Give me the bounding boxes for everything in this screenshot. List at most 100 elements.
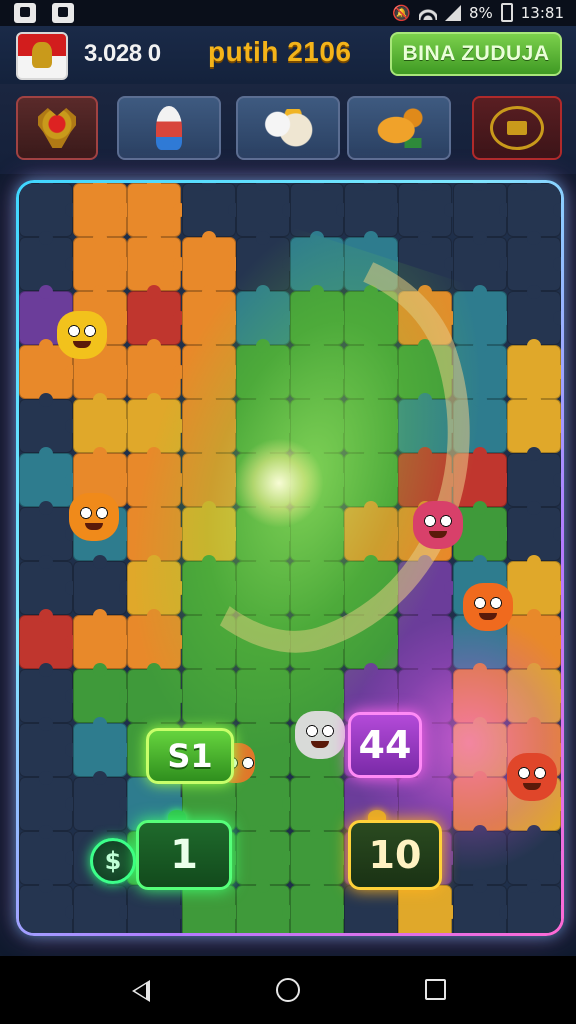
- s1-badge[interactable]: S1: [146, 728, 234, 784]
- puzzle-piece[interactable]: [344, 339, 405, 399]
- yellow-creature[interactable]: [57, 311, 107, 359]
- puzzle-piece[interactable]: [127, 879, 188, 933]
- puzzle-piece[interactable]: [181, 339, 242, 399]
- puzzle-piece[interactable]: [19, 183, 79, 237]
- puzzle-piece[interactable]: [235, 771, 296, 831]
- puzzle-piece[interactable]: [398, 393, 459, 453]
- puzzle-piece[interactable]: [19, 609, 79, 669]
- action-button[interactable]: BINA ZUDUJA: [390, 32, 562, 76]
- puzzle-piece[interactable]: [398, 183, 459, 237]
- puzzle-piece[interactable]: [181, 879, 242, 933]
- puzzle-piece[interactable]: [73, 879, 134, 933]
- puzzle-piece[interactable]: [73, 183, 134, 237]
- puzzle-piece[interactable]: [452, 285, 513, 345]
- puzzle-piece[interactable]: [127, 663, 188, 723]
- category-tile-laurel[interactable]: [472, 96, 562, 160]
- puzzle-piece[interactable]: [398, 339, 459, 399]
- puzzle-piece[interactable]: [19, 771, 79, 831]
- puzzle-piece[interactable]: [181, 663, 242, 723]
- count-44-badge[interactable]: 44: [348, 712, 422, 778]
- category-tile-bird[interactable]: [347, 96, 451, 160]
- puzzle-piece[interactable]: [290, 231, 350, 291]
- puzzle-piece[interactable]: [73, 393, 134, 453]
- puzzle-piece[interactable]: [290, 501, 350, 561]
- puzzle-piece[interactable]: [181, 447, 242, 507]
- puzzle-piece[interactable]: [235, 663, 296, 723]
- puzzle-piece[interactable]: [19, 879, 79, 933]
- puzzle-piece[interactable]: [506, 183, 561, 237]
- puzzle-piece[interactable]: [127, 609, 188, 669]
- puzzle-piece[interactable]: [235, 447, 296, 507]
- recents-icon[interactable]: [425, 979, 446, 1000]
- puzzle-piece[interactable]: [19, 555, 79, 615]
- puzzle-piece[interactable]: [344, 879, 405, 933]
- puzzle-piece[interactable]: [344, 183, 405, 237]
- puzzle-piece[interactable]: [127, 501, 188, 561]
- puzzle-piece[interactable]: [235, 825, 296, 885]
- puzzle-piece[interactable]: [235, 285, 296, 345]
- puzzle-piece[interactable]: [344, 447, 405, 507]
- puzzle-piece[interactable]: [181, 285, 242, 345]
- puzzle-piece[interactable]: [506, 663, 561, 723]
- puzzle-piece[interactable]: [452, 717, 513, 777]
- puzzle-piece[interactable]: [73, 771, 134, 831]
- puzzle-piece[interactable]: [19, 825, 79, 885]
- category-tile-rocket[interactable]: [117, 96, 221, 160]
- puzzle-piece[interactable]: [398, 447, 459, 507]
- puzzle-piece[interactable]: [235, 393, 296, 453]
- puzzle-piece[interactable]: [235, 555, 296, 615]
- puzzle-piece[interactable]: [73, 717, 134, 777]
- puzzle-piece[interactable]: [452, 825, 513, 885]
- puzzle-piece[interactable]: [127, 393, 188, 453]
- puzzle-piece[interactable]: [506, 879, 561, 933]
- puzzle-piece[interactable]: [506, 285, 561, 345]
- puzzle-piece[interactable]: [19, 501, 79, 561]
- puzzle-piece[interactable]: [127, 447, 188, 507]
- puzzle-piece[interactable]: [344, 501, 405, 561]
- category-tile-emblem[interactable]: [16, 96, 98, 160]
- grey-creature[interactable]: [295, 711, 345, 759]
- puzzle-piece[interactable]: [19, 447, 79, 507]
- puzzle-piece[interactable]: [290, 285, 350, 345]
- puzzle-piece[interactable]: [235, 339, 296, 399]
- puzzle-piece[interactable]: [452, 879, 513, 933]
- puzzle-piece[interactable]: [235, 609, 296, 669]
- puzzle-piece[interactable]: [344, 393, 405, 453]
- puzzle-piece[interactable]: [452, 183, 513, 237]
- puzzle-piece[interactable]: [452, 339, 513, 399]
- puzzle-piece[interactable]: [452, 447, 513, 507]
- puzzle-piece[interactable]: [506, 231, 561, 291]
- puzzle-piece[interactable]: [290, 771, 350, 831]
- puzzle-piece[interactable]: [73, 609, 134, 669]
- puzzle-piece[interactable]: [73, 663, 134, 723]
- puzzle-piece[interactable]: [181, 609, 242, 669]
- puzzle-piece[interactable]: [19, 231, 79, 291]
- back-icon[interactable]: [132, 980, 150, 1002]
- puzzle-piece[interactable]: [344, 609, 405, 669]
- puzzle-piece[interactable]: [290, 183, 350, 237]
- puzzle-piece[interactable]: [506, 555, 561, 615]
- puzzle-piece[interactable]: [452, 663, 513, 723]
- puzzle-piece[interactable]: [452, 393, 513, 453]
- puzzle-piece[interactable]: [452, 231, 513, 291]
- puzzle-piece[interactable]: [290, 879, 350, 933]
- puzzle-piece[interactable]: [398, 231, 459, 291]
- puzzle-piece[interactable]: [127, 183, 188, 237]
- puzzle-piece[interactable]: [398, 555, 459, 615]
- puzzle-piece[interactable]: [127, 231, 188, 291]
- home-icon[interactable]: [276, 978, 300, 1002]
- puzzle-piece[interactable]: [398, 879, 459, 933]
- puzzle-piece[interactable]: [290, 447, 350, 507]
- puzzle-piece[interactable]: [181, 183, 242, 237]
- puzzle-piece[interactable]: [344, 285, 405, 345]
- puzzle-piece[interactable]: [398, 609, 459, 669]
- puzzle-piece[interactable]: [398, 285, 459, 345]
- category-tile-animals[interactable]: [236, 96, 340, 160]
- puzzle-piece[interactable]: [344, 231, 405, 291]
- orange-star-creature[interactable]: [463, 583, 513, 631]
- puzzle-piece[interactable]: [235, 183, 296, 237]
- puzzle-piece[interactable]: [344, 555, 405, 615]
- puzzle-piece[interactable]: [19, 393, 79, 453]
- puzzle-piece[interactable]: [290, 393, 350, 453]
- puzzle-piece[interactable]: [506, 825, 561, 885]
